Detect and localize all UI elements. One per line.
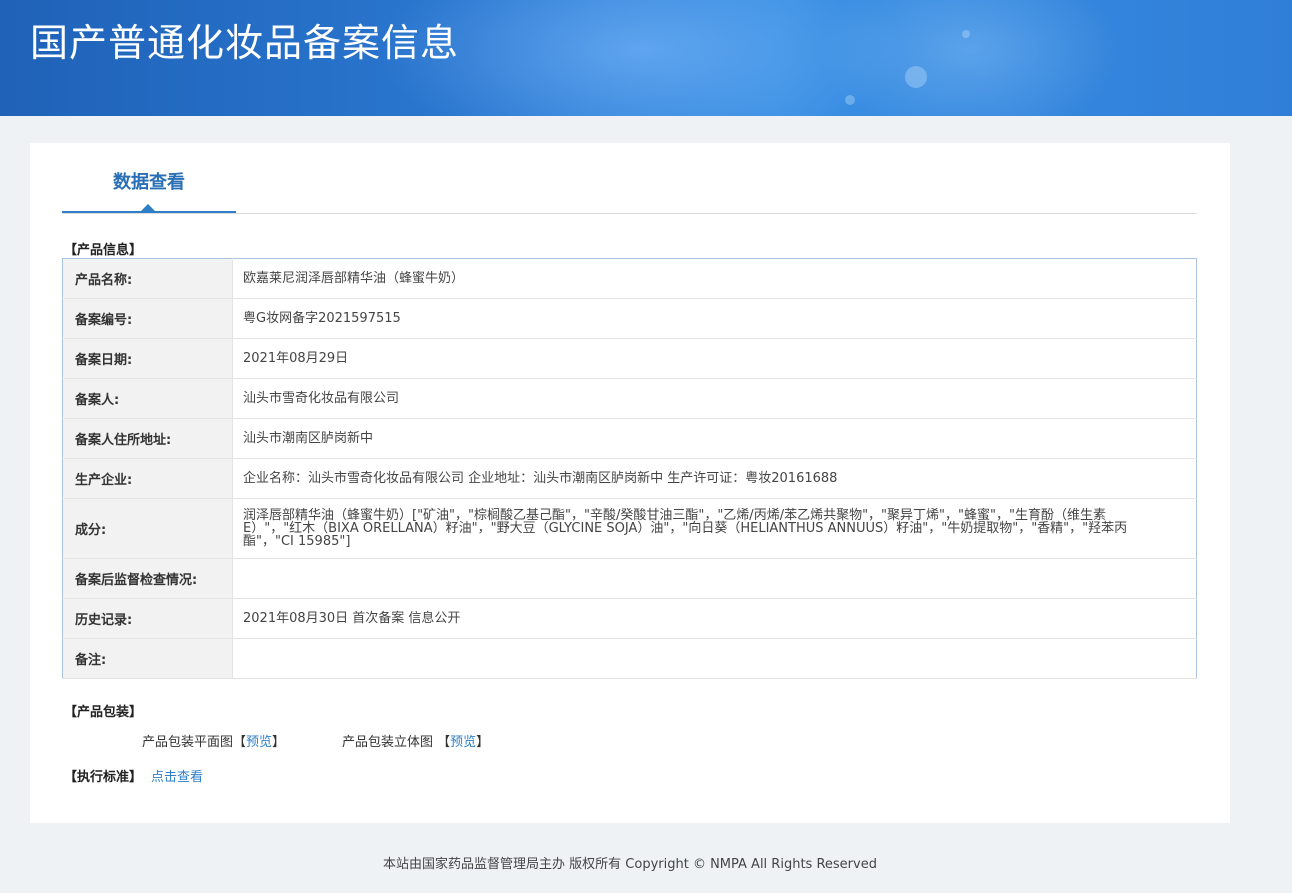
row-label: 备案编号: xyxy=(62,298,233,339)
package-flat-item: 产品包装平面图【预览】 xyxy=(142,731,285,750)
footer-copyright: 本站由国家药品监督管理局主办 版权所有 Copyright © NMPA All… xyxy=(383,857,877,872)
package-solid-label: 产品包装立体图 【 xyxy=(342,735,451,750)
table-row: 备案人: 汕头市雪奇化妆品有限公司 xyxy=(62,378,1197,419)
row-label: 生产企业: xyxy=(62,458,233,499)
row-value: 汕头市雪奇化妆品有限公司 xyxy=(232,378,1197,419)
banner-dot xyxy=(905,66,927,88)
table-row: 备注: xyxy=(62,638,1197,679)
table-row: 生产企业: 企业名称：汕头市雪奇化妆品有限公司 企业地址：汕头市潮南区胪岗新中 … xyxy=(62,458,1197,499)
table-row: 备案后监督检查情况: xyxy=(62,558,1197,599)
row-label: 备案人住所地址: xyxy=(62,418,233,459)
header-banner: 国产普通化妆品备案信息 xyxy=(0,0,1292,116)
row-value: 2021年08月29日 xyxy=(232,338,1197,379)
row-label: 备案日期: xyxy=(62,338,233,379)
package-solid-close: 】 xyxy=(476,735,490,750)
package-flat-close: 】 xyxy=(272,735,286,750)
tab-bar: 数据查看 xyxy=(62,143,1197,214)
banner-glow xyxy=(820,0,1120,116)
product-info-title: 【产品信息】 xyxy=(64,243,143,258)
product-info-table: 产品名称: 欧嘉莱尼润泽唇部精华油（蜂蜜牛奶） 备案编号: 粤G妆网备字2021… xyxy=(62,258,1197,679)
table-row: 历史记录: 2021年08月30日 首次备案 信息公开 xyxy=(62,598,1197,639)
table-row: 产品名称: 欧嘉莱尼润泽唇部精华油（蜂蜜牛奶） xyxy=(62,258,1197,299)
row-label: 产品名称: xyxy=(62,258,233,299)
table-row: 备案人住所地址: 汕头市潮南区胪岗新中 xyxy=(62,418,1197,459)
standard-view-link[interactable]: 点击查看 xyxy=(151,766,203,785)
tab-label: 数据查看 xyxy=(113,172,185,193)
table-row: 备案编号: 粤G妆网备字2021597515 xyxy=(62,298,1197,339)
row-value: 润泽唇部精华油（蜂蜜牛奶）["矿油"，"棕榈酸乙基己酯"，"辛酸/癸酸甘油三酯"… xyxy=(232,498,1197,559)
table-row: 成分: 润泽唇部精华油（蜂蜜牛奶）["矿油"，"棕榈酸乙基己酯"，"辛酸/癸酸甘… xyxy=(62,498,1197,559)
tab-caret-icon xyxy=(141,204,155,211)
table-row: 备案日期: 2021年08月29日 xyxy=(62,338,1197,379)
row-label: 成分: xyxy=(62,498,233,559)
package-solid-preview-link[interactable]: 预览 xyxy=(450,735,476,750)
standard-title: 【执行标准】 xyxy=(64,770,143,785)
row-value: 2021年08月30日 首次备案 信息公开 xyxy=(232,598,1197,639)
content-card: 数据查看 【产品信息】 产品名称: 欧嘉莱尼润泽唇部精华油（蜂蜜牛奶） 备案编号… xyxy=(30,143,1230,823)
packaging-title: 【产品包装】 xyxy=(64,705,143,720)
row-value xyxy=(232,638,1197,679)
banner-dot xyxy=(962,30,970,38)
tab-data-view[interactable]: 数据查看 xyxy=(62,143,236,213)
page-title: 国产普通化妆品备案信息 xyxy=(30,21,460,65)
package-flat-preview-link[interactable]: 预览 xyxy=(246,735,272,750)
row-label: 备注: xyxy=(62,638,233,679)
row-label: 历史记录: xyxy=(62,598,233,639)
row-value: 欧嘉莱尼润泽唇部精华油（蜂蜜牛奶） xyxy=(232,258,1197,299)
row-label: 备案人: xyxy=(62,378,233,419)
package-solid-item: 产品包装立体图 【预览】 xyxy=(342,731,489,750)
banner-dot xyxy=(845,95,855,105)
row-value: 企业名称：汕头市雪奇化妆品有限公司 企业地址：汕头市潮南区胪岗新中 生产许可证：… xyxy=(232,458,1197,499)
row-value: 粤G妆网备字2021597515 xyxy=(232,298,1197,339)
row-label: 备案后监督检查情况: xyxy=(62,558,233,599)
row-value xyxy=(232,558,1197,599)
package-flat-label: 产品包装平面图【 xyxy=(142,735,247,750)
row-value: 汕头市潮南区胪岗新中 xyxy=(232,418,1197,459)
